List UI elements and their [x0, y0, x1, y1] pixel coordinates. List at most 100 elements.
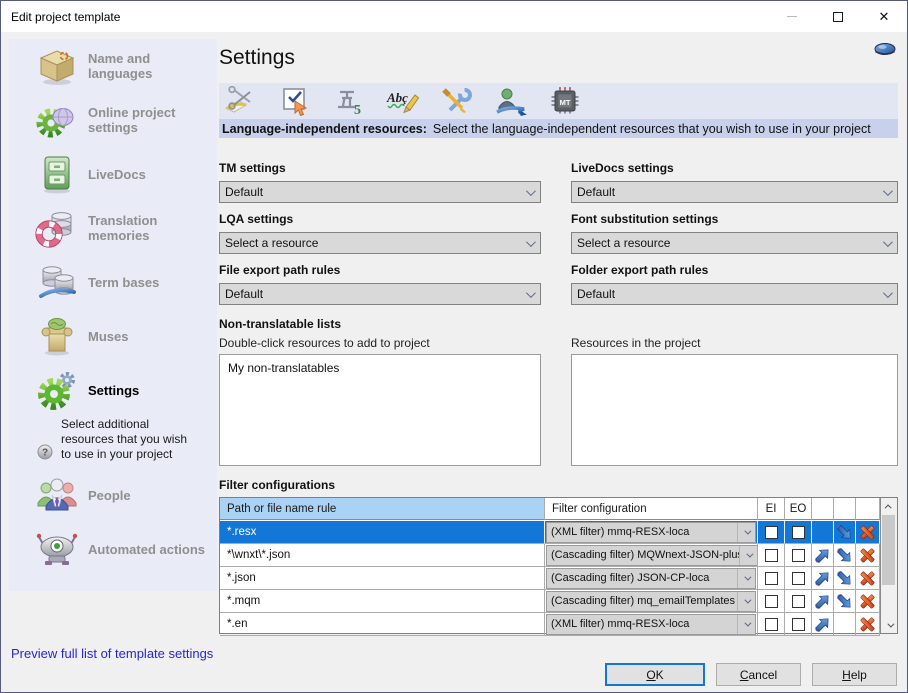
livedocs-settings-select[interactable]: Default — [571, 181, 898, 203]
move-up-button[interactable] — [812, 590, 834, 613]
sidebar-item-label: Translation memories — [88, 213, 213, 243]
delete-rule-button[interactable] — [856, 567, 880, 590]
close-button[interactable]: ✕ — [861, 1, 907, 32]
folder-export-path-select[interactable]: Default — [571, 283, 898, 305]
scroll-down-button[interactable] — [881, 617, 897, 633]
move-down-button[interactable] — [834, 613, 856, 636]
table-scrollbar[interactable] — [880, 498, 897, 633]
lqa-settings-select[interactable]: Select a resource — [219, 232, 541, 254]
machine-translation-button[interactable]: MT — [545, 85, 585, 117]
filter-configuration-select[interactable]: (XML filter) mmq-RESX-loca — [546, 614, 756, 635]
tm-settings-value: Default — [220, 185, 518, 199]
misc-tools-button[interactable] — [437, 85, 477, 117]
move-down-button[interactable] — [834, 521, 856, 544]
move-down-icon — [836, 593, 853, 610]
column-header-rule[interactable]: Path or file name rule — [220, 498, 545, 520]
file-export-path-label: File export path rules — [219, 263, 541, 277]
sidebar-item-automated-actions[interactable]: Automated actions — [9, 522, 217, 576]
eo-checkbox[interactable] — [792, 549, 805, 562]
eo-checkbox[interactable] — [792, 618, 805, 631]
delete-rule-button[interactable] — [856, 521, 880, 544]
sidebar-item-term-bases[interactable]: Term bases — [9, 255, 217, 309]
rule-cell[interactable]: *.en — [220, 613, 545, 636]
sidebar-item-online-project-settings[interactable]: Online project settings — [9, 93, 217, 147]
help-button[interactable]: Help — [812, 663, 897, 686]
sidebar-item-label: Term bases — [88, 275, 159, 290]
filter-configuration-select[interactable]: (Cascading filter) JSON-CP-loca — [546, 568, 756, 589]
lqa-settings-label: LQA settings — [219, 212, 541, 226]
list-item[interactable]: My non-translatables — [220, 355, 540, 375]
cancel-button[interactable]: Cancel — [716, 663, 801, 686]
chevron-down-icon — [737, 592, 755, 611]
font-substitution-select[interactable]: Select a resource — [571, 232, 898, 254]
field-lqa-settings: LQA settings Select a resource — [219, 212, 541, 254]
column-header-ei[interactable]: EI — [758, 498, 785, 520]
ei-cell — [758, 544, 785, 567]
rule-cell[interactable]: *.resx — [220, 521, 545, 544]
ei-checkbox[interactable] — [765, 618, 778, 631]
svg-text:5: 5 — [354, 103, 361, 116]
settings-pane: Settings — [219, 39, 898, 634]
qa-settings-button[interactable] — [275, 85, 315, 117]
filter-cell: (XML filter) mmq-RESX-loca — [545, 613, 758, 636]
rule-cell[interactable]: *.mqm — [220, 590, 545, 613]
spelling-ignore-lists-button[interactable]: Abç — [383, 85, 423, 117]
move-up-button[interactable] — [812, 567, 834, 590]
ok-button[interactable]: OK — [605, 663, 705, 686]
project-resources-list[interactable] — [571, 354, 898, 466]
available-resources-list[interactable]: My non-translatables — [219, 354, 541, 466]
lqa-settings-value: Select a resource — [220, 236, 518, 250]
move-up-button[interactable] — [812, 613, 834, 636]
sidebar-item-name-and-languages[interactable]: Name and languages — [9, 39, 217, 93]
sidebar-item-settings[interactable]: Settings — [9, 363, 217, 417]
column-header-filter[interactable]: Filter configuration — [545, 498, 758, 520]
sidebar-item-translation-memories[interactable]: Translation memories — [9, 201, 217, 255]
filter-configuration-select[interactable]: (Cascading filter) mq_emailTemplates — [546, 591, 756, 612]
move-down-button[interactable] — [834, 544, 856, 567]
file-export-path-select[interactable]: Default — [219, 283, 541, 305]
preview-template-settings-link[interactable]: Preview full list of template settings — [11, 646, 213, 661]
export-path-rules-button[interactable] — [491, 85, 531, 117]
filter-cell: (Cascading filter) mq_emailTemplates — [545, 590, 758, 613]
folder-export-path-value: Default — [572, 287, 875, 301]
non-translatable-section-title: Non-translatable lists — [219, 317, 898, 331]
ei-checkbox[interactable] — [765, 526, 778, 539]
filter-configuration-select[interactable]: (XML filter) mmq-RESX-loca — [546, 522, 756, 543]
delete-rule-button[interactable] — [856, 544, 880, 567]
move-down-button[interactable] — [834, 567, 856, 590]
package-icon — [35, 44, 79, 88]
move-up-button[interactable] — [812, 544, 834, 567]
scrollbar-thumb[interactable] — [882, 515, 895, 585]
memoq-eye-icon[interactable] — [874, 42, 896, 57]
sidebar-item-people[interactable]: People — [9, 468, 217, 522]
filter-configuration-select[interactable]: (Cascading filter) MQWnext-JSON-plus... — [546, 545, 758, 566]
rule-cell[interactable]: *\wnxt\*.json — [220, 544, 545, 567]
close-icon: ✕ — [879, 10, 890, 23]
sidebar-item-livedocs[interactable]: LiveDocs — [9, 147, 217, 201]
maximize-button[interactable] — [815, 1, 861, 32]
scroll-up-button[interactable] — [881, 498, 897, 514]
move-down-button[interactable] — [834, 590, 856, 613]
eo-checkbox[interactable] — [792, 595, 805, 608]
ei-checkbox[interactable] — [765, 572, 778, 585]
eo-checkbox[interactable] — [792, 526, 805, 539]
sidebar-item-muses[interactable]: Muses — [9, 309, 217, 363]
move-up-button[interactable] — [812, 521, 834, 544]
rule-cell[interactable]: *.json — [220, 567, 545, 590]
eo-cell — [785, 590, 812, 613]
number-formats-button[interactable]: 5 — [329, 85, 369, 117]
delete-rule-button[interactable] — [856, 590, 880, 613]
window-title: Edit project template — [1, 10, 120, 24]
move-down-icon — [836, 524, 853, 541]
eo-checkbox[interactable] — [792, 572, 805, 585]
lifebuoy-database-icon — [35, 206, 79, 250]
chevron-down-icon — [737, 615, 755, 634]
ei-checkbox[interactable] — [765, 549, 778, 562]
tm-settings-select[interactable]: Default — [219, 181, 541, 203]
delete-rule-button[interactable] — [856, 613, 880, 636]
ei-checkbox[interactable] — [765, 595, 778, 608]
chevron-down-icon — [739, 546, 757, 565]
column-header-eo[interactable]: EO — [785, 498, 812, 520]
minimize-button[interactable] — [769, 1, 815, 32]
segmentation-rules-button[interactable] — [221, 85, 261, 117]
